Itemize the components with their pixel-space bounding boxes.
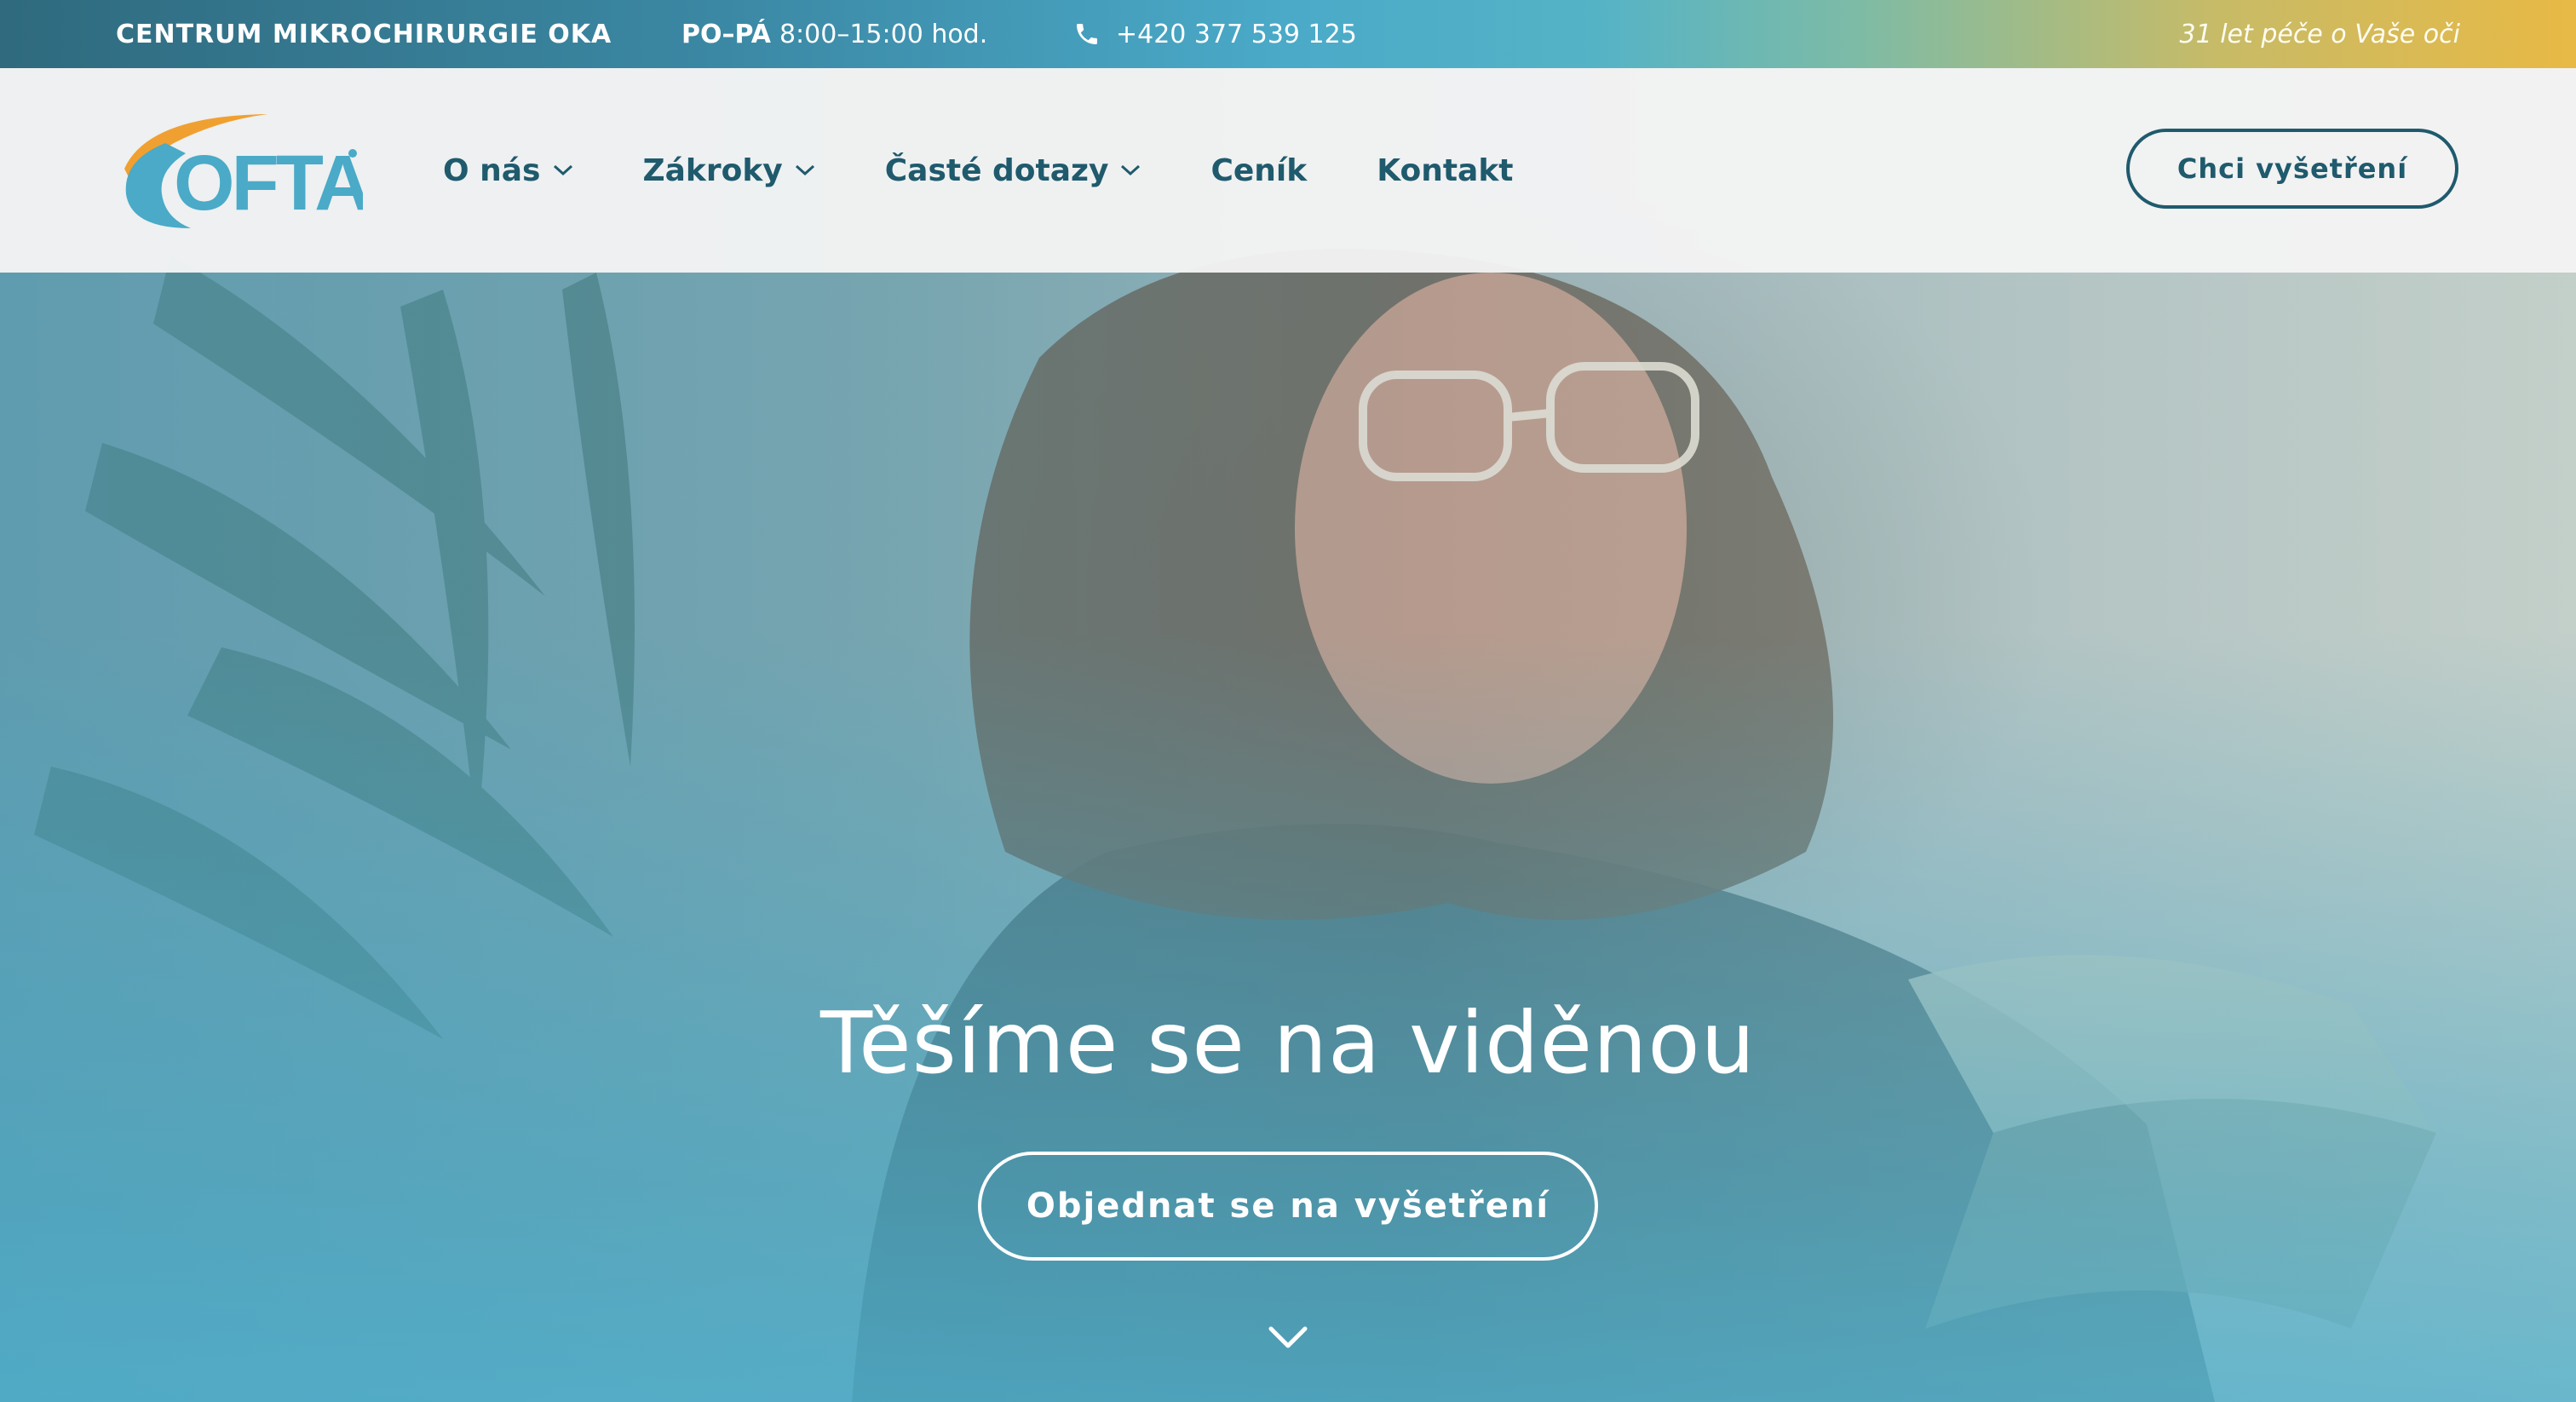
nav-label: Ceník xyxy=(1210,152,1308,188)
nav-label: Kontakt xyxy=(1377,152,1514,188)
chevron-down-icon xyxy=(1121,164,1141,176)
book-appointment-button[interactable]: Objednat se na vyšetření xyxy=(978,1152,1598,1261)
nav-item-cenik[interactable]: Ceník xyxy=(1210,153,1307,188)
nav-label: Časté dotazy xyxy=(884,152,1109,188)
nav-label: O nás xyxy=(443,152,541,188)
chevron-down-icon[interactable] xyxy=(1268,1325,1308,1351)
phone-number: +420 377 539 125 xyxy=(1116,19,1357,49)
ofta-logo-graphic: OFTA xyxy=(124,114,373,228)
nav-label: Zákroky xyxy=(642,152,783,188)
hero-title: Těšíme se na viděnou xyxy=(820,993,1756,1093)
svg-text:OFTA: OFTA xyxy=(174,140,363,227)
site-header: OFTA O nás Zákroky Časté dotazy Ceník Ko… xyxy=(0,68,2576,273)
nav-item-caste-dotazy[interactable]: Časté dotazy xyxy=(885,153,1141,188)
center-name: CENTRUM MIKROCHIRURGIE OKA xyxy=(116,19,612,49)
ofta-logo[interactable]: OFTA xyxy=(114,109,373,232)
opening-hours: PO–PÁ 8:00–15:00 hod. xyxy=(681,0,987,68)
phone-icon xyxy=(1077,24,1097,44)
nav-item-zakroky[interactable]: Zákroky xyxy=(643,153,815,188)
top-info-bar: CENTRUM MIKROCHIRURGIE OKA PO–PÁ 8:00–15… xyxy=(0,0,2576,68)
tagline: 31 let péče o Vaše oči xyxy=(2179,19,2460,49)
phone-link[interactable]: +420 377 539 125 xyxy=(1073,0,1357,68)
chevron-down-icon xyxy=(553,164,572,176)
nav-item-kontakt[interactable]: Kontakt xyxy=(1377,153,1513,188)
nav-item-o-nas[interactable]: O nás xyxy=(443,153,573,188)
chevron-down-icon xyxy=(795,164,814,176)
request-exam-button[interactable]: Chci vyšetření xyxy=(2126,129,2458,209)
opening-time: 8:00–15:00 hod. xyxy=(779,19,988,49)
main-nav: O nás Zákroky Časté dotazy Ceník Kontakt xyxy=(443,68,1584,273)
opening-days: PO–PÁ xyxy=(681,19,771,49)
